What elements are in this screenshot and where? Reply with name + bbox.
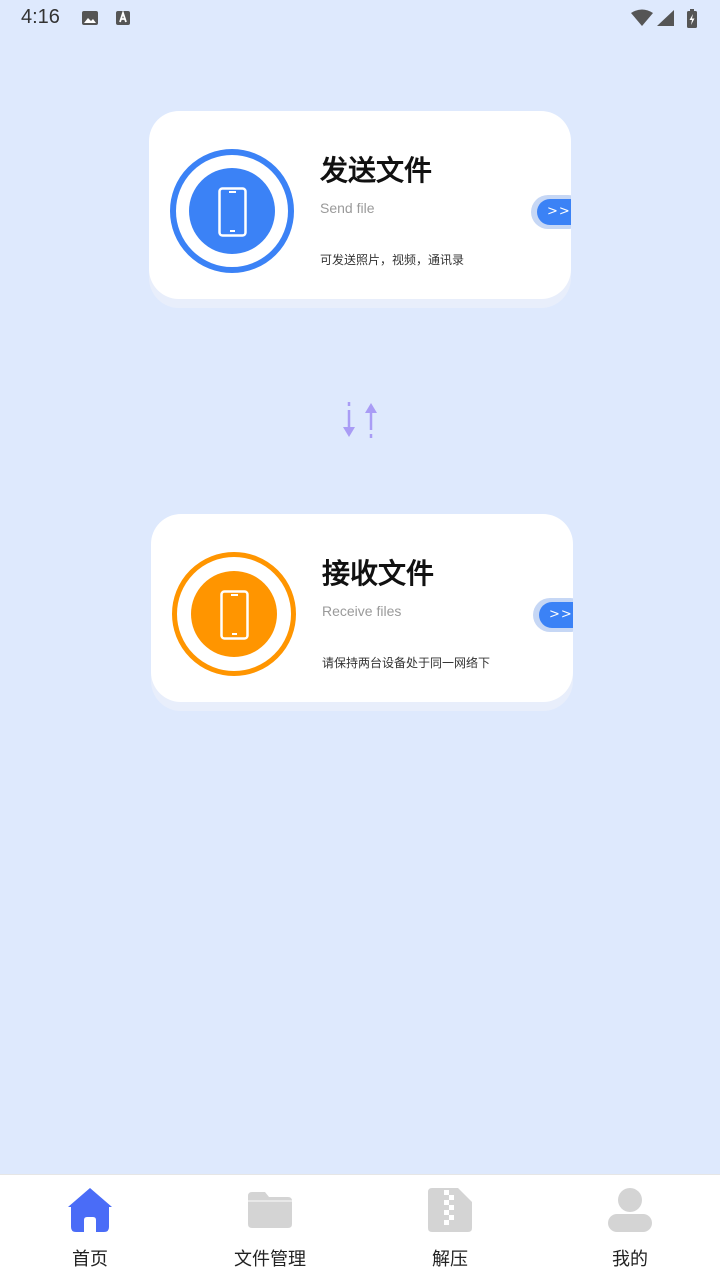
receive-card-title: 接收文件 <box>322 557 435 590</box>
receive-card-subtitle: Receive files <box>322 603 402 619</box>
zip-icon <box>428 1188 472 1232</box>
send-card-description: 可发送照片，视频，通讯录 <box>320 253 465 267</box>
send-card-title: 发送文件 <box>320 154 433 187</box>
nav-item-unzip[interactable]: 解压 <box>360 1175 540 1281</box>
nav-label-files: 文件管理 <box>234 1249 306 1270</box>
nav-item-files[interactable]: 文件管理 <box>180 1175 360 1281</box>
send-file-card[interactable]: 发送文件 Send file 可发送照片，视频，通讯录 >>> <box>149 111 571 299</box>
status-bar: 4:16 <box>0 0 720 36</box>
send-go-button[interactable]: >>> <box>531 195 571 229</box>
receive-go-label: >>> <box>539 602 573 628</box>
nav-item-home[interactable]: 首页 <box>0 1175 180 1281</box>
send-go-label: >>> <box>537 199 571 225</box>
user-icon <box>608 1188 652 1232</box>
nav-label-mine: 我的 <box>612 1249 648 1270</box>
receive-file-card[interactable]: 接收文件 Receive files 请保持两台设备处于同一网络下 >>> <box>151 514 573 702</box>
send-circle-inner <box>189 168 275 254</box>
send-card-subtitle: Send file <box>320 200 375 216</box>
nav-label-home: 首页 <box>72 1249 108 1270</box>
receive-card-description: 请保持两台设备处于同一网络下 <box>322 656 491 670</box>
folder-icon <box>248 1192 292 1228</box>
transfer-arrows-icon <box>343 402 377 438</box>
image-notification-icon <box>82 11 98 25</box>
receive-go-button[interactable]: >>> <box>533 598 573 632</box>
text-notification-icon <box>116 10 130 25</box>
phone-icon <box>218 187 247 237</box>
battery-icon <box>687 9 697 28</box>
nav-item-mine[interactable]: 我的 <box>540 1175 720 1281</box>
signal-icon <box>657 10 674 26</box>
send-circle <box>170 149 294 273</box>
receive-circle-inner <box>191 571 277 657</box>
wifi-icon <box>631 9 653 26</box>
bottom-nav: 首页 文件管理 解压 我的 <box>0 1174 720 1281</box>
status-time: 4:16 <box>21 6 60 28</box>
receive-circle <box>172 552 296 676</box>
phone-icon <box>220 590 249 640</box>
home-icon <box>68 1188 112 1232</box>
nav-label-unzip: 解压 <box>432 1249 468 1270</box>
